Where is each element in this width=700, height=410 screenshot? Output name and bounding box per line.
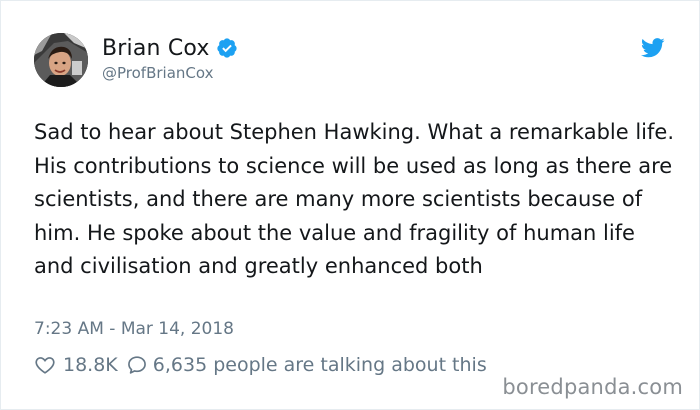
display-name[interactable]: Brian Cox	[102, 36, 210, 61]
twitter-bird-icon[interactable]	[641, 38, 665, 58]
actions-row: 18.8K 6,635 people are talking about thi…	[34, 354, 487, 376]
author-block: Brian Cox @ProfBrianCox	[102, 32, 238, 82]
verified-badge-icon	[217, 38, 237, 58]
timestamp[interactable]: 7:23 AM - Mar 14, 2018	[34, 319, 234, 339]
tweet-card: Brian Cox @ProfBrianCox Sad to hear abou…	[0, 0, 700, 410]
name-row: Brian Cox	[102, 32, 238, 64]
tweet-text: Sad to hear about Stephen Hawking. What …	[34, 120, 675, 278]
watermark: boredpanda.com	[502, 375, 683, 399]
avatar[interactable]	[34, 33, 88, 87]
likes-count: 18.8K	[63, 354, 118, 376]
heart-icon[interactable]	[34, 354, 56, 376]
comment-icon[interactable]	[126, 354, 148, 376]
avatar-image	[34, 33, 88, 87]
handle[interactable]: @ProfBrianCox	[102, 64, 238, 82]
talking-link[interactable]: 6,635 people are talking about this	[153, 354, 487, 376]
